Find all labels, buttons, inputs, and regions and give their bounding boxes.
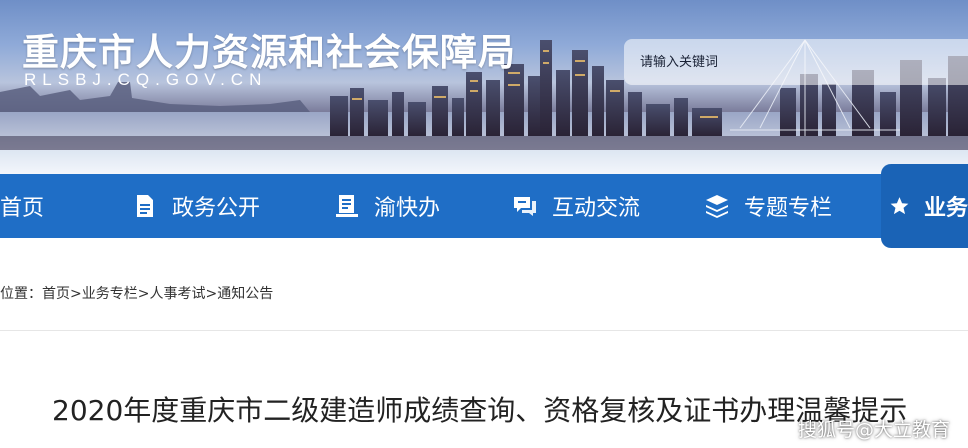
- search-input[interactable]: [624, 39, 968, 85]
- nav-item-label: 首页: [0, 196, 45, 221]
- nav-item-label: 渝快办: [374, 196, 441, 221]
- breadcrumb-notice-link[interactable]: 通知公告: [217, 286, 273, 302]
- nav-item-home[interactable]: 首页: [0, 174, 44, 238]
- breadcrumb-prefix: 位置：: [0, 286, 42, 302]
- nav-item-label: 政务公开: [172, 196, 261, 221]
- site-title: 重庆市人力资源和社会保障局: [22, 31, 516, 74]
- nav-item-business[interactable]: 业务: [881, 164, 968, 248]
- nav-item-label: 互动交流: [552, 196, 641, 221]
- star-icon: [890, 197, 909, 215]
- article-title: 2020年度重庆市二级建造师成绩查询、资格复核及证书办理温馨提示: [52, 394, 908, 427]
- chat-icon: [514, 197, 536, 216]
- document-icon: [137, 195, 153, 217]
- nav-item-special-topics[interactable]: 专题专栏: [704, 174, 832, 238]
- layers-icon: [706, 195, 728, 218]
- header-banner: 重庆市人力资源和社会保障局 RLSBJ.CQ.GOV.CN: [0, 0, 968, 150]
- site-domain: RLSBJ.CQ.GOV.CN: [24, 70, 268, 89]
- breadcrumb-separator: >: [205, 286, 218, 302]
- divider: [0, 330, 968, 331]
- nav-item-government-affairs[interactable]: 政务公开: [132, 174, 260, 238]
- clipboard-icon: [336, 195, 358, 217]
- nav-top-strip: [0, 150, 968, 174]
- search-box: [624, 39, 968, 85]
- main-nav: 首页 政务公开 渝快办 互动交流 专题专栏 业务: [0, 164, 968, 248]
- nav-item-interaction[interactable]: 互动交流: [512, 174, 640, 238]
- nav-item-label: 业务: [923, 196, 968, 221]
- breadcrumb-separator: >: [137, 286, 150, 302]
- breadcrumb: 位置：首页>业务专栏>人事考试>通知公告: [0, 283, 273, 303]
- breadcrumb-exam-link[interactable]: 人事考试: [149, 286, 205, 302]
- watermark-text: 搜狐号@大立教育: [797, 419, 950, 441]
- breadcrumb-business-link[interactable]: 业务专栏: [82, 286, 138, 302]
- breadcrumb-separator: >: [70, 286, 82, 302]
- breadcrumb-home-link[interactable]: 首页: [42, 286, 70, 302]
- nav-item-yukuaiban[interactable]: 渝快办: [334, 174, 440, 238]
- nav-item-label: 专题专栏: [744, 196, 833, 221]
